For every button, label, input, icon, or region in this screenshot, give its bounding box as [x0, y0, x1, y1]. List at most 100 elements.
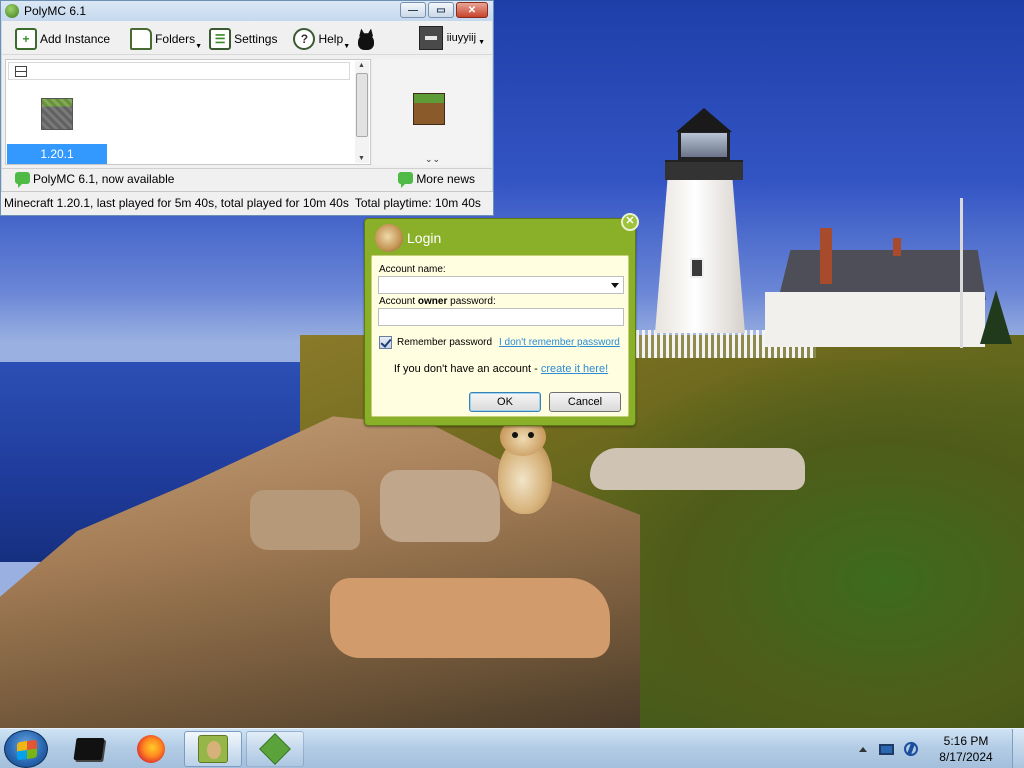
rock [380, 470, 500, 542]
password-label-prefix: Account [379, 296, 418, 307]
instance-label: 1.20.1 [7, 144, 107, 164]
taskbar-hamster-app[interactable] [184, 731, 242, 767]
account-name: iiuyyiij [446, 32, 477, 44]
expand-more-icon[interactable]: ⌄⌄ [425, 154, 440, 165]
instance-details-pane: ⌄⌄ [373, 59, 489, 165]
account-name-label: Account name: [379, 264, 446, 275]
collapse-group-icon[interactable] [15, 66, 27, 77]
plus-icon: + [15, 27, 37, 50]
news-item[interactable]: PolyMC 6.1, now available [15, 172, 175, 188]
dropdown-arrow-icon: ▼ [478, 38, 485, 46]
ok-button[interactable]: OK [469, 392, 541, 412]
folder-icon [130, 27, 153, 50]
help-button[interactable]: ? Help ▼ [289, 25, 351, 53]
settings-list-icon: ☰ [209, 27, 232, 50]
remember-password-checkbox[interactable]: Remember password [379, 336, 492, 349]
chimney [820, 228, 832, 284]
scroll-up-icon[interactable]: ▲ [358, 62, 365, 69]
house [765, 292, 985, 347]
scrollbar-thumb[interactable] [356, 73, 368, 137]
help-icon: ? [293, 27, 316, 50]
window-title: PolyMC 6.1 [24, 4, 87, 18]
account-name-combobox[interactable] [378, 276, 624, 294]
dropdown-arrow-icon: ▼ [195, 42, 203, 50]
instance-group-header[interactable] [8, 62, 350, 80]
hamster-mascot[interactable] [494, 418, 556, 516]
firefox-icon [137, 735, 165, 763]
chimney [893, 238, 901, 256]
dropdown-arrow-icon: ▼ [343, 42, 351, 50]
terminal-icon [73, 738, 105, 760]
lighthouse-gallery [665, 160, 743, 180]
rock [330, 578, 610, 658]
polymc-window[interactable]: PolyMC 6.1 — ▭ ✕ + Add Instance Folders … [0, 0, 494, 216]
close-button[interactable]: ✕ [456, 2, 488, 18]
login-dialog[interactable]: Login ✕ Account name: Account owner pass… [364, 213, 639, 426]
grass-block-icon [41, 98, 73, 130]
login-form: Account name: Account owner password: Re… [371, 255, 629, 417]
password-field[interactable] [378, 308, 624, 326]
instance-list[interactable]: 1.20.1 ▲ ▼ [5, 59, 371, 165]
create-account-link[interactable]: create it here! [541, 363, 608, 375]
taskbar-minecraft-launcher[interactable] [246, 731, 304, 767]
clock[interactable]: 5:16 PM 8/17/2024 [934, 733, 998, 765]
forgot-password-link[interactable]: I don't remember password [499, 337, 620, 348]
account-skin-icon [418, 26, 443, 50]
toolbar: + Add Instance Folders ▼ ☰ Settings ? He… [1, 23, 493, 55]
network-icon[interactable] [904, 742, 918, 756]
system-tray: 5:16 PM 8/17/2024 [859, 729, 1024, 768]
maximize-button[interactable]: ▭ [428, 2, 454, 18]
taskbar: 5:16 PM 8/17/2024 [0, 728, 1024, 768]
news-text: PolyMC 6.1, now available [33, 172, 175, 186]
hamster-logo-icon [375, 224, 403, 252]
taskbar-firefox[interactable] [122, 731, 180, 767]
clock-date: 8/17/2024 [939, 750, 993, 764]
folders-label: Folders [155, 31, 196, 46]
account-button[interactable]: iiuyyiij ▼ [418, 26, 485, 50]
hamster-eye [528, 432, 534, 438]
add-instance-button[interactable]: + Add Instance [11, 25, 114, 53]
folders-button[interactable]: Folders ▼ [126, 25, 203, 53]
minecraft-launcher-icon [259, 733, 291, 765]
password-label: Account owner password: [379, 296, 496, 307]
help-label: Help [318, 31, 344, 46]
rock [250, 490, 360, 550]
lighthouse-tower [655, 178, 745, 333]
signup-text: If you don't have an account - [393, 363, 541, 375]
show-desktop-button[interactable] [1012, 729, 1024, 768]
more-news-button[interactable]: More news [398, 172, 475, 188]
status-bar: Minecraft 1.20.1, last played for 5m 40s… [1, 191, 493, 215]
cat-icon[interactable] [355, 28, 377, 50]
vertical-scrollbar[interactable]: ▲ ▼ [355, 61, 369, 163]
hamster-eye [512, 432, 518, 438]
taskbar-terminal[interactable] [60, 731, 118, 767]
display-icon[interactable] [879, 743, 894, 755]
news-chat-icon [15, 172, 30, 188]
signup-prompt: If you don't have an account - create it… [372, 363, 630, 375]
news-bar: PolyMC 6.1, now available More news [1, 168, 493, 190]
password-label-bold: owner [417, 296, 448, 307]
checkbox-checked-icon[interactable] [379, 336, 392, 349]
settings-label: Settings [234, 31, 278, 46]
windows-logo-icon [17, 739, 37, 761]
lighthouse-lamp [678, 130, 730, 160]
cancel-button[interactable]: Cancel [549, 392, 621, 412]
start-button[interactable] [4, 730, 48, 768]
show-hidden-icons-icon[interactable] [859, 746, 867, 752]
flag-mast [960, 198, 963, 348]
minimize-button[interactable]: — [400, 2, 426, 18]
instance-item[interactable]: 1.20.1 [7, 96, 107, 164]
more-news-label: More news [416, 172, 475, 186]
settings-button[interactable]: ☰ Settings [205, 25, 281, 53]
rock [590, 448, 805, 490]
lighthouse-window [690, 258, 704, 278]
dropdown-arrow-icon[interactable] [611, 283, 619, 288]
grass-dirt-block-icon[interactable] [413, 93, 445, 125]
lighthouse-roof [676, 108, 732, 132]
scroll-down-icon[interactable]: ▼ [358, 155, 365, 162]
login-title: Login [407, 230, 442, 246]
close-icon[interactable]: ✕ [621, 213, 639, 231]
remember-password-label: Remember password [397, 337, 493, 348]
clock-time: 5:16 PM [943, 734, 989, 748]
add-instance-label: Add Instance [40, 31, 111, 46]
